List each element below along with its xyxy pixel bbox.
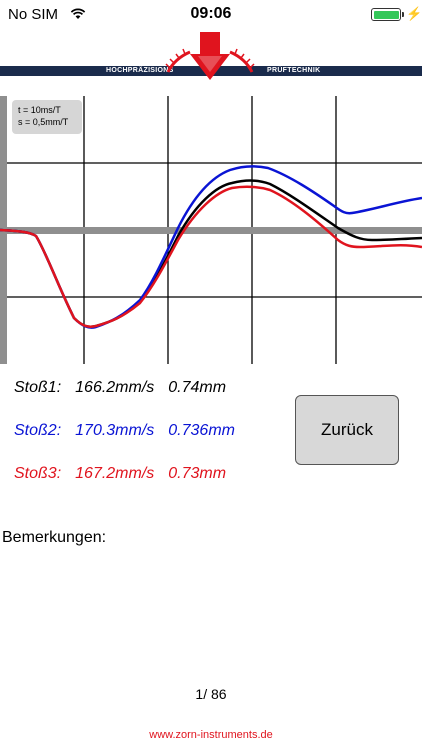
status-bar: No SIM 09:06 ⚡ [0, 0, 422, 28]
result-label: Stoß3: [14, 465, 62, 482]
result-row-3: Stoß3: 167.2mm/s 0.73mm [14, 465, 240, 483]
series-red [0, 185, 422, 328]
measurement-graph [0, 96, 422, 364]
battery-icon [371, 8, 404, 21]
result-speed: 170.3mm/s [75, 422, 155, 439]
result-distance: 0.74mm [168, 379, 227, 396]
remarks-label: Bemerkungen: [2, 529, 107, 546]
brand-logo-icon [165, 32, 255, 80]
graph-scale-legend: t = 10ms/T s = 0,5mm/T [12, 100, 82, 134]
result-row-1: Stoß1: 166.2mm/s 0.74mm [14, 379, 240, 397]
series-black [0, 179, 422, 328]
result-speed: 166.2mm/s [75, 379, 155, 396]
result-distance: 0.73mm [168, 465, 227, 482]
result-label: Stoß2: [14, 422, 62, 439]
header-right-text: PRÜFTECHNIK [267, 67, 321, 74]
back-button[interactable]: Zurück [295, 395, 399, 465]
clock: 09:06 [190, 5, 232, 22]
legend-time-scale: t = 10ms/T [18, 105, 61, 115]
result-label: Stoß1: [14, 379, 62, 396]
result-distance: 0.736mm [168, 422, 235, 439]
footer-link[interactable]: www.zorn-instruments.de [0, 729, 422, 741]
result-speed: 167.2mm/s [75, 465, 155, 482]
legend-distance-scale: s = 0,5mm/T [18, 117, 69, 127]
charging-icon: ⚡ [406, 6, 422, 21]
page-indicator: 1/ 86 [195, 686, 227, 702]
result-row-2: Stoß2: 170.3mm/s 0.736mm [14, 422, 249, 440]
